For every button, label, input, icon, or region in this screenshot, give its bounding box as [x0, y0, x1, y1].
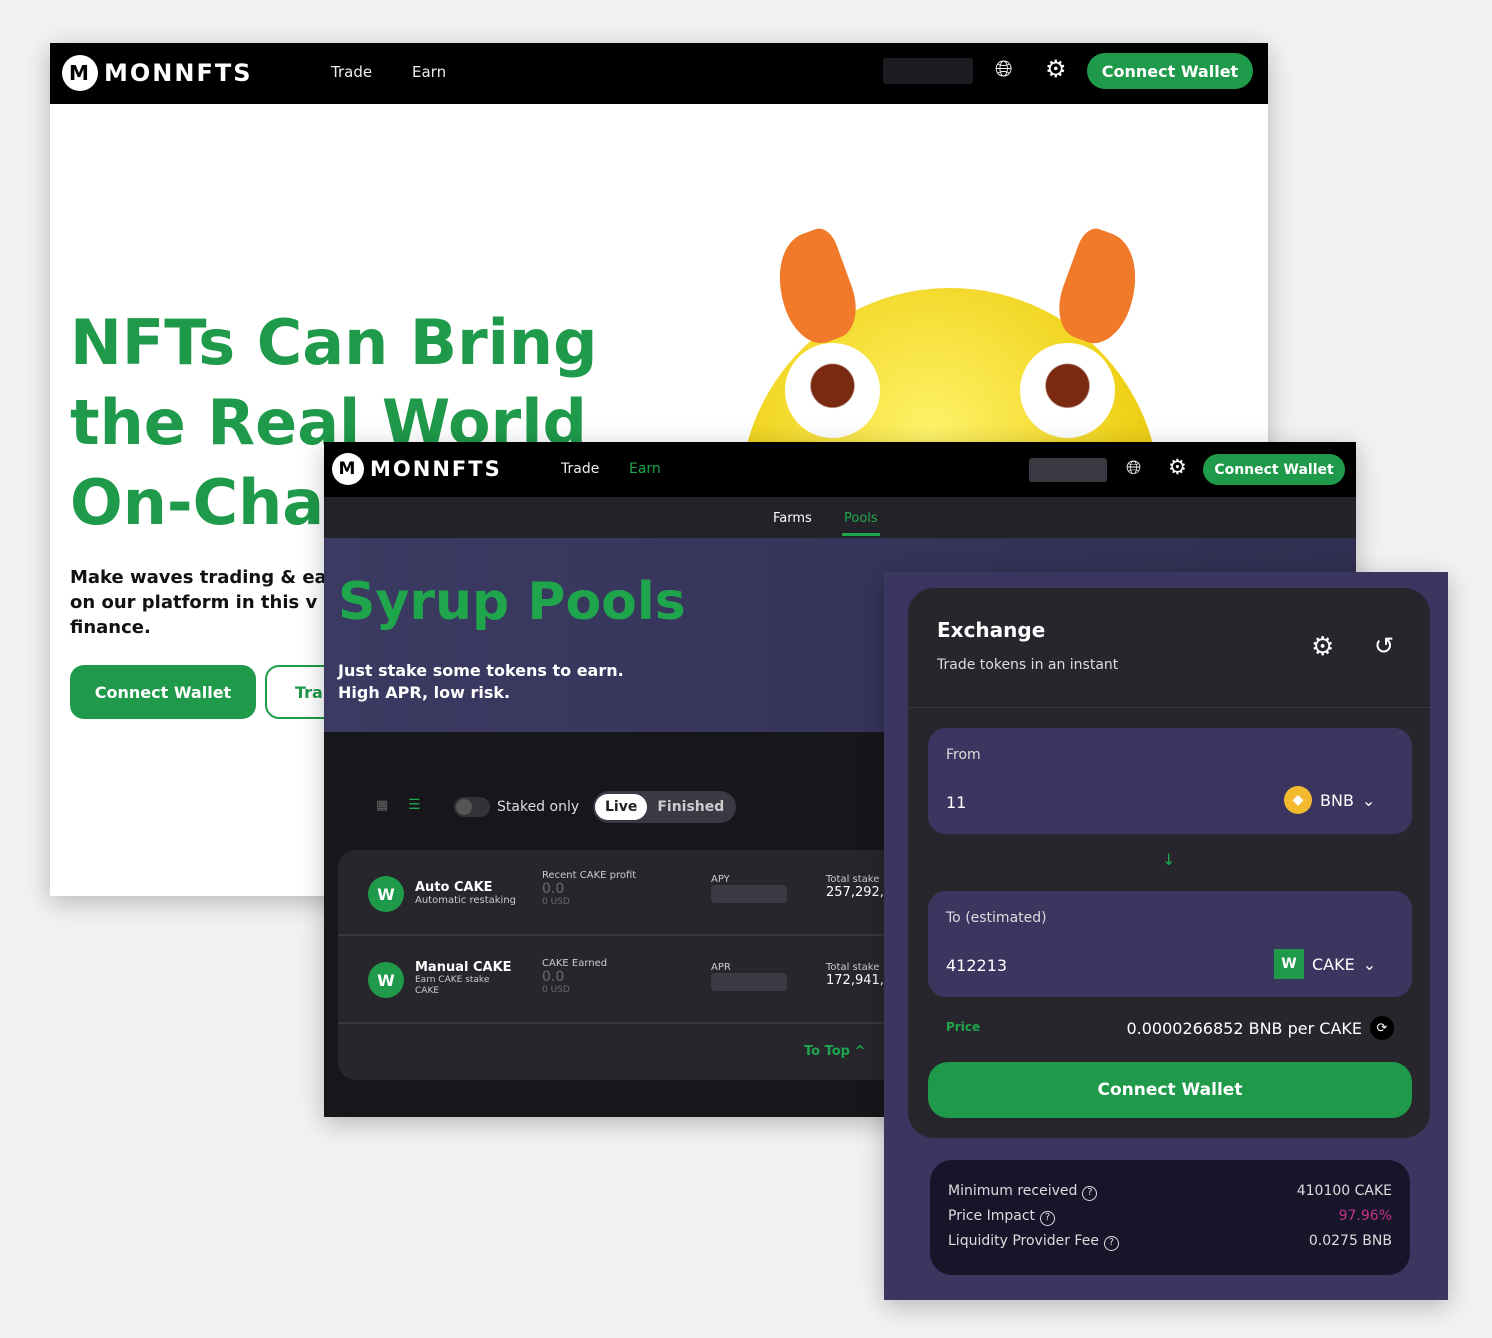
to-top-link[interactable]: To Top ^ [804, 1044, 865, 1059]
apy-placeholder [711, 885, 787, 903]
chevron-down-icon: ⌄ [1362, 954, 1377, 974]
help-icon[interactable]: ? [1082, 1186, 1098, 1201]
globe-icon[interactable]: 🌐︎ [995, 57, 1013, 82]
logo[interactable]: M MONNFTS [332, 453, 502, 485]
exchange-window: Exchange Trade tokens in an instant ⚙ ↺ … [884, 572, 1448, 1300]
swap-arrow-icon[interactable]: ↓ [1162, 850, 1175, 869]
to-amount-input[interactable]: 412213 [946, 956, 1007, 975]
pool-name: Auto CAKE [415, 880, 493, 895]
live-tab[interactable]: Live [595, 794, 648, 820]
grid-view-icon[interactable]: ▦ [376, 798, 388, 813]
trade-details: Minimum received? 410100 CAKE Price Impac… [930, 1160, 1410, 1275]
history-icon[interactable]: ↺ [1374, 632, 1394, 660]
tab-pools[interactable]: Pools [842, 511, 880, 536]
price-value: 0.0000266852 BNB per CAKE ⟳ [1126, 1016, 1394, 1040]
logo-icon: M [62, 55, 98, 91]
settings-gear-icon[interactable]: ⚙ [1311, 632, 1334, 662]
connect-wallet-button[interactable]: Connect Wallet [1087, 53, 1253, 89]
apr-placeholder [711, 973, 787, 991]
divider [908, 707, 1430, 708]
network-placeholder [883, 58, 973, 84]
from-panel: From 11 ◆ BNB ⌄ [928, 728, 1412, 834]
nav-trade[interactable]: Trade [331, 63, 372, 81]
help-icon[interactable]: ? [1103, 1236, 1119, 1251]
staked-only-toggle[interactable] [454, 797, 490, 817]
logo-icon: M [332, 453, 364, 485]
pool-row[interactable]: W Manual CAKE Earn CAKE stake CAKE CAKE E… [338, 938, 938, 1024]
refresh-price-icon[interactable]: ⟳ [1370, 1016, 1394, 1040]
live-finished-switch: Live Finished [593, 791, 736, 823]
globe-icon[interactable]: 🌐︎ [1126, 457, 1141, 479]
nav-trade[interactable]: Trade [561, 461, 599, 477]
finished-tab[interactable]: Finished [647, 794, 734, 820]
tab-farms[interactable]: Farms [773, 511, 812, 526]
hero-connect-wallet-button[interactable]: Connect Wallet [70, 665, 256, 719]
exchange-title: Exchange [937, 618, 1046, 642]
nav-earn[interactable]: Earn [412, 63, 446, 81]
pools-nav: M MONNFTS Trade Earn 🌐︎ ⚙ Connect Wallet [324, 442, 1356, 497]
exchange-subtitle: Trade tokens in an instant [937, 657, 1119, 673]
staked-only-label: Staked only [497, 799, 580, 815]
chevron-down-icon: ⌄ [1361, 790, 1376, 810]
help-icon[interactable]: ? [1040, 1211, 1056, 1226]
gear-icon[interactable]: ⚙ [1168, 455, 1187, 479]
mascot-eye-right [1020, 343, 1115, 438]
subnav: Farms Pools [324, 497, 1356, 538]
to-panel: To (estimated) 412213 W CAKE ⌄ [928, 891, 1412, 997]
exchange-card: Exchange Trade tokens in an instant ⚙ ↺ … [908, 588, 1430, 1138]
top-nav: M MONNFTS Trade Earn 🌐︎ ⚙ Connect Wallet [50, 43, 1268, 104]
detail-row: Minimum received? 410100 CAKE [948, 1183, 1392, 1201]
pool-row[interactable]: W Auto CAKE Automatic restaking Recent CA… [338, 850, 938, 936]
list-view-icon[interactable]: ☰ [408, 797, 421, 813]
from-amount-input[interactable]: 11 [946, 793, 966, 812]
logo[interactable]: M MONNFTS [62, 55, 253, 91]
network-placeholder [1029, 458, 1107, 482]
to-token-select[interactable]: W CAKE ⌄ [1274, 949, 1376, 979]
from-token-select[interactable]: ◆ BNB ⌄ [1284, 786, 1375, 814]
connect-wallet-button[interactable]: Connect Wallet [1203, 454, 1345, 485]
cake-token-icon: W [368, 962, 404, 998]
cake-token-icon: W [1274, 949, 1304, 979]
gear-icon[interactable]: ⚙ [1045, 55, 1067, 83]
banner-title: Syrup Pools [338, 572, 686, 632]
hero-subtitle: Make waves trading & ea on our platform … [70, 567, 327, 638]
mascot-eye-left [785, 343, 880, 438]
pool-name: Manual CAKE [415, 960, 512, 975]
detail-row: Liquidity Provider Fee? 0.0275 BNB [948, 1233, 1392, 1251]
price-label: Price [946, 1020, 981, 1034]
connect-wallet-button[interactable]: Connect Wallet [928, 1062, 1412, 1118]
bnb-token-icon: ◆ [1284, 786, 1312, 814]
detail-row: Price Impact? 97.96% [948, 1208, 1392, 1226]
pool-table: W Auto CAKE Automatic restaking Recent CA… [338, 850, 938, 1080]
cake-token-icon: W [368, 876, 404, 912]
banner-subtitle: Just stake some tokens to earn. High APR,… [338, 661, 624, 702]
nav-earn[interactable]: Earn [629, 461, 661, 477]
